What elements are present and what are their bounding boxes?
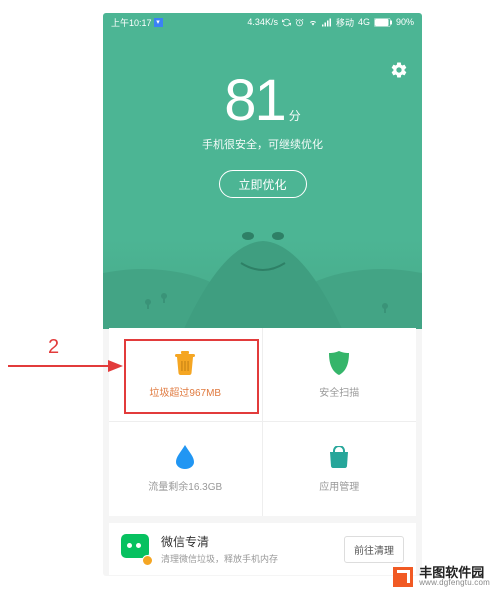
watermark: 丰图软件园 www.dgfengtu.com [393,566,490,587]
trash-icon [173,351,197,375]
settings-button[interactable] [390,61,408,84]
status-bar: 上午10:17 ▾ 4.34K/s 移动 4G 90% [103,13,422,31]
promo-action-label: 前往清理 [354,546,394,557]
tile-label: 流量剩余16.3GB [148,478,222,493]
tile-label: 垃圾超过967MB [149,384,221,399]
score-value: 81 [224,67,285,134]
annotation-number: 2 [48,336,59,359]
signal-icon [322,18,332,27]
bag-icon [327,445,351,469]
promo-subtitle: 清理微信垃圾，释放手机内存 [161,552,334,565]
promo-row: 微信专清 清理微信垃圾，释放手机内存 前往清理 [109,523,416,575]
status-speed: 4.34K/s [247,17,278,27]
wechat-clean-icon [121,534,151,564]
tile-apps[interactable]: 应用管理 [263,422,417,516]
promo-title: 微信专清 [161,533,334,550]
feature-grid: 垃圾超过967MB 安全扫描 流量剩余16.3GB 应用管理 [109,328,416,516]
optimize-button-label: 立即优化 [238,176,286,193]
tile-label: 应用管理 [319,478,359,493]
optimize-button[interactable]: 立即优化 [219,170,307,198]
status-battery: 90% [396,17,414,27]
watermark-url: www.dgfengtu.com [419,579,490,587]
gear-icon [390,61,408,79]
tree-decoration [161,293,167,299]
promo-action-button[interactable]: 前往清理 [344,536,404,563]
tile-label: 安全扫描 [319,384,359,399]
status-badge-icon: ▾ [154,18,163,27]
status-time: 上午10:17 [111,16,152,29]
annotation-arrow [8,358,123,374]
tile-scan[interactable]: 安全扫描 [263,328,417,422]
watermark-logo [393,567,413,587]
status-net: 4G [358,17,370,27]
tile-data[interactable]: 流量剩余16.3GB [109,422,263,516]
score-subtitle: 手机很安全，可继续优化 [103,136,422,152]
phone-frame: 上午10:17 ▾ 4.34K/s 移动 4G 90% [103,13,422,576]
drop-icon [173,445,197,469]
score-unit: 分 [289,109,301,123]
wifi-icon [308,18,318,27]
alarm-icon [295,18,304,27]
hero-section: 81 分 手机很安全，可继续优化 立即优化 [103,31,422,329]
mountain-decoration [183,223,343,329]
tree-decoration [145,299,151,305]
tree-decoration [382,303,388,309]
status-carrier: 移动 [336,16,354,29]
shield-icon [327,351,351,375]
battery-icon [374,18,392,27]
sync-icon [282,18,291,27]
tile-trash[interactable]: 垃圾超过967MB [109,328,263,422]
